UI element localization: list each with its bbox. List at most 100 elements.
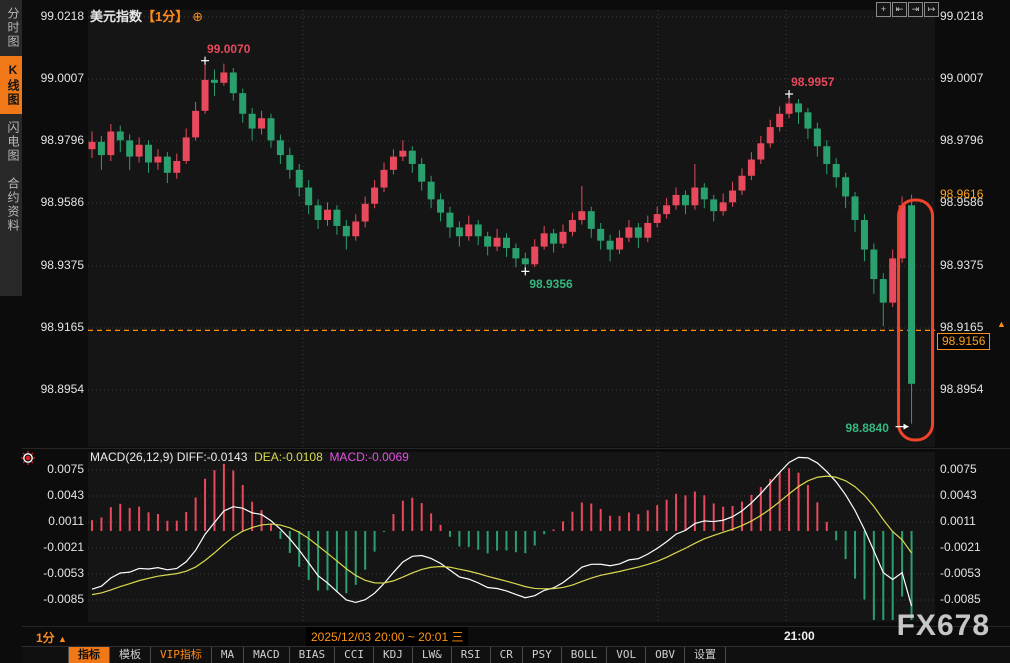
candle — [446, 213, 453, 228]
compress-left-icon[interactable]: ⇤ — [892, 2, 907, 17]
price-axis-label-left: 98.8954 — [26, 382, 84, 396]
macd-dea-value: DEA:-0.0108 — [254, 450, 329, 464]
price-axis-label-left: 98.9796 — [26, 133, 84, 147]
candle — [654, 214, 661, 223]
macd-axis-label-left: 0.0043 — [26, 488, 84, 502]
candle — [343, 226, 350, 236]
candle — [870, 250, 877, 280]
candle — [710, 199, 717, 211]
candle — [644, 223, 651, 238]
indicator-tab-CR[interactable]: CR — [491, 647, 523, 663]
macd-axis-label-right: -0.0021 — [940, 540, 981, 554]
interval-caret-icon: ▲ — [58, 634, 67, 644]
indicator-tab-指标[interactable]: 指标 — [68, 647, 110, 663]
candle — [296, 170, 303, 188]
candle — [861, 220, 868, 250]
candle — [192, 111, 199, 138]
candle — [531, 247, 538, 265]
candle — [512, 248, 519, 258]
candle — [475, 224, 482, 236]
candle — [550, 233, 557, 243]
candle — [154, 157, 161, 163]
candle — [616, 238, 623, 250]
indicator-tab-RSI[interactable]: RSI — [452, 647, 491, 663]
time-axis-tick: 21:00 — [784, 629, 815, 643]
candle — [117, 131, 124, 140]
candle — [352, 222, 359, 237]
candle — [541, 233, 548, 246]
shift-right-icon[interactable]: ↦ — [924, 2, 939, 17]
candle — [597, 229, 604, 241]
price-axis-label-right: 98.9165 — [940, 320, 983, 334]
trading-terminal: 分时图K线图闪电图合约资料 美元指数【1分】⊕ +⇤⇥↦ 99.021899.0… — [0, 0, 1010, 663]
candle — [418, 164, 425, 182]
indicator-tab-PSY[interactable]: PSY — [523, 647, 562, 663]
price-axis-label-left: 98.9375 — [26, 258, 84, 272]
candle — [569, 220, 576, 232]
chart-title: 美元指数【1分】 ⊕ — [90, 6, 203, 25]
indicator-tab-VIP指标[interactable]: VIP指标 — [151, 647, 212, 663]
symbol-name: 美元指数 — [90, 9, 142, 24]
candle — [729, 191, 736, 203]
candle — [399, 151, 406, 157]
indicator-tab-MACD[interactable]: MACD — [244, 647, 290, 663]
candle — [786, 103, 793, 113]
candle — [663, 205, 670, 214]
candle — [305, 188, 312, 206]
candle — [362, 204, 369, 222]
indicator-tab-OBV[interactable]: OBV — [646, 647, 685, 663]
candle — [136, 145, 143, 157]
indicator-tab-BOLL[interactable]: BOLL — [562, 647, 608, 663]
candle — [578, 211, 585, 220]
candle — [277, 140, 284, 155]
compress-right-icon[interactable]: ⇥ — [908, 2, 923, 17]
add-indicator-icon[interactable]: ⊕ — [192, 9, 203, 24]
indicator-settings-icon[interactable] — [21, 451, 35, 465]
price-axis-label-right: 98.9375 — [940, 258, 983, 272]
candle — [767, 127, 774, 143]
candle — [588, 211, 595, 229]
candle — [701, 188, 708, 200]
price-axis-label-right: 99.0218 — [940, 9, 983, 23]
macd-diff-value: MACD(26,12,9) DIFF:-0.0143 — [90, 450, 254, 464]
candle — [635, 227, 642, 237]
indicator-tab-设置[interactable]: 设置 — [685, 647, 726, 663]
right-axis-high-label: 98.9616 — [940, 187, 983, 201]
indicator-tab-MA[interactable]: MA — [212, 647, 244, 663]
indicator-tab-KDJ[interactable]: KDJ — [374, 647, 413, 663]
price-axis-label-left: 98.9586 — [26, 195, 84, 209]
candle — [333, 210, 340, 226]
indicator-tab-VOL[interactable]: VOL — [607, 647, 646, 663]
interval-badge: 【1分】 — [142, 9, 188, 24]
candle — [202, 80, 209, 111]
candle — [145, 145, 152, 163]
interval-selector[interactable]: 1分 ▲ — [36, 629, 67, 646]
indicator-tab-BIAS[interactable]: BIAS — [290, 647, 336, 663]
candle — [324, 210, 331, 220]
candle — [607, 241, 614, 250]
low-price-label: 98.9356 — [529, 277, 572, 291]
price-alert-icon[interactable]: ▲ — [997, 320, 1006, 329]
macd-bar-value: MACD:-0.0069 — [329, 450, 408, 464]
candle — [173, 161, 180, 173]
macd-axis-label-right: 0.0011 — [940, 514, 976, 528]
candle — [682, 195, 689, 205]
indicator-tab-CCI[interactable]: CCI — [335, 647, 374, 663]
price-axis-label-left: 98.9165 — [26, 320, 84, 334]
indicator-tab-bar: 指标模板VIP指标MAMACDBIASCCIKDJLW&RSICRPSYBOLL… — [22, 646, 1010, 663]
macd-axis-label-left: -0.0021 — [26, 540, 84, 554]
macd-axis-label-left: 0.0011 — [26, 514, 84, 528]
candle — [748, 160, 755, 176]
candle — [842, 177, 849, 196]
candle — [183, 137, 190, 161]
chart-canvas[interactable] — [0, 0, 1010, 663]
macd-axis-label-right: 0.0043 — [940, 488, 977, 502]
indicator-tab-LW&[interactable]: LW& — [413, 647, 452, 663]
candle — [880, 279, 887, 303]
crosshair-pan-icon[interactable]: + — [876, 2, 891, 17]
candle — [107, 131, 114, 155]
indicator-tab-模板[interactable]: 模板 — [110, 647, 151, 663]
candle — [814, 129, 821, 147]
candle — [625, 227, 632, 237]
chart-toolbar: +⇤⇥↦ — [876, 2, 939, 17]
